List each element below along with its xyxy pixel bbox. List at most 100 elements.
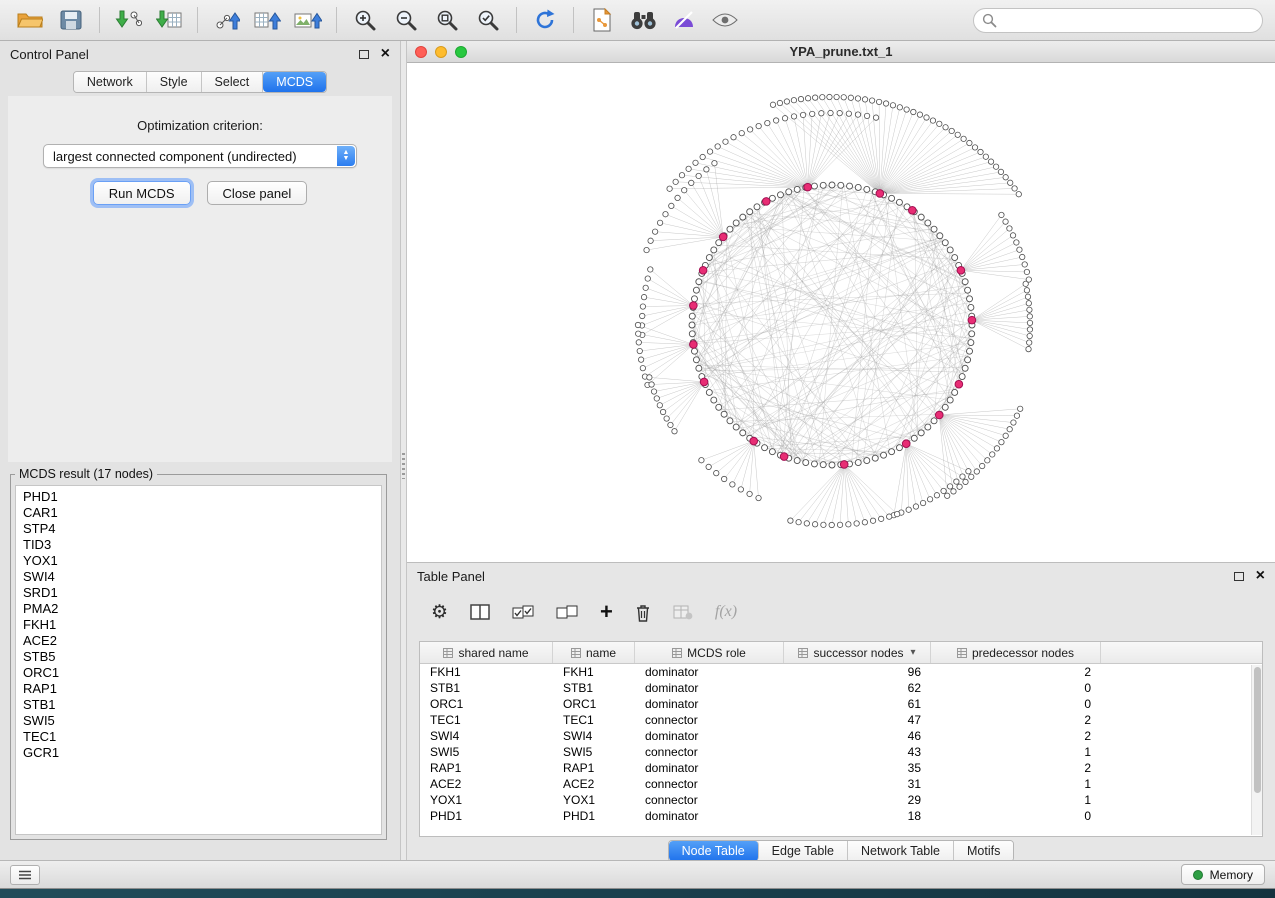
optimization-criterion-label: Optimization criterion:: [8, 96, 392, 133]
table-cell: 2: [931, 729, 1101, 743]
mcds-result-item[interactable]: STB5: [23, 649, 374, 665]
float-panel-icon[interactable]: [359, 50, 369, 59]
panel-splitter[interactable]: [400, 41, 407, 860]
table-cell: STB1: [420, 681, 553, 695]
table-settings-button[interactable]: ⚙: [431, 603, 448, 622]
show-hide-button[interactable]: [707, 5, 743, 35]
table-cell: RAP1: [553, 761, 635, 775]
table-row[interactable]: SWI4SWI4dominator462: [420, 728, 1262, 744]
search-icon: [982, 13, 997, 28]
delete-column-button[interactable]: [635, 603, 651, 622]
mcds-result-item[interactable]: PMA2: [23, 601, 374, 617]
mcds-result-item[interactable]: SWI5: [23, 713, 374, 729]
add-column-button[interactable]: +: [600, 601, 613, 623]
save-icon: [60, 10, 82, 30]
table-cell: 96: [784, 665, 931, 679]
table-row[interactable]: STB1STB1dominator620: [420, 680, 1262, 696]
mcds-result-item[interactable]: ACE2: [23, 633, 374, 649]
refresh-button[interactable]: [527, 5, 563, 35]
close-panel-button[interactable]: Close panel: [207, 181, 308, 205]
right-column: YPA_prune.txt_1 Table Panel × ⚙: [407, 41, 1275, 860]
table-cell: dominator: [635, 697, 784, 711]
list-icon: [18, 870, 32, 880]
mcds-result-item[interactable]: CAR1: [23, 505, 374, 521]
export-table-button[interactable]: [249, 5, 285, 35]
tab-edge-table[interactable]: Edge Table: [759, 841, 848, 861]
import-network-button[interactable]: [110, 5, 146, 35]
criterion-select[interactable]: largest connected component (undirected)…: [43, 144, 357, 168]
table-row[interactable]: FKH1FKH1dominator962: [420, 664, 1262, 680]
save-session-button[interactable]: [53, 5, 89, 35]
tab-network-table[interactable]: Network Table: [848, 841, 954, 861]
table-scrollbar[interactable]: [1251, 665, 1262, 835]
gear-icon: ⚙: [431, 603, 448, 622]
mcds-result-title: MCDS result (17 nodes): [15, 467, 157, 481]
mcds-result-item[interactable]: TEC1: [23, 729, 374, 745]
tab-motifs[interactable]: Motifs: [954, 841, 1013, 861]
mcds-result-item[interactable]: ORC1: [23, 665, 374, 681]
select-all-button[interactable]: [512, 605, 534, 619]
network-canvas[interactable]: [407, 63, 1275, 562]
binoculars-button[interactable]: [625, 5, 661, 35]
status-menu-button[interactable]: [10, 865, 40, 885]
import-table-icon: [156, 9, 183, 31]
memory-button[interactable]: Memory: [1181, 864, 1265, 885]
mcds-result-item[interactable]: SWI4: [23, 569, 374, 585]
tab-mcds[interactable]: MCDS: [263, 72, 326, 92]
mcds-result-item[interactable]: TID3: [23, 537, 374, 553]
zoom-out-button[interactable]: [388, 5, 424, 35]
tab-select[interactable]: Select: [202, 72, 264, 92]
close-panel-icon[interactable]: ×: [1256, 570, 1265, 582]
import-table-button[interactable]: [151, 5, 187, 35]
table-cell: connector: [635, 713, 784, 727]
tab-node-table[interactable]: Node Table: [669, 841, 759, 861]
mcds-result-item[interactable]: SRD1: [23, 585, 374, 601]
table-cell: connector: [635, 745, 784, 759]
mcds-result-item[interactable]: STP4: [23, 521, 374, 537]
sort-icon: [798, 648, 808, 658]
table-row[interactable]: RAP1RAP1dominator352: [420, 760, 1262, 776]
column-header-predecessor-nodes[interactable]: predecessor nodes: [931, 642, 1101, 663]
export-image-button[interactable]: [290, 5, 326, 35]
export-table-icon: [254, 9, 281, 31]
mcds-result-item[interactable]: PHD1: [23, 489, 374, 505]
document-share-icon: [592, 8, 612, 32]
export-network-button[interactable]: [208, 5, 244, 35]
document-share-button[interactable]: [584, 5, 620, 35]
run-mcds-button[interactable]: Run MCDS: [93, 181, 191, 205]
show-columns-button[interactable]: [470, 604, 490, 620]
table-row[interactable]: PHD1PHD1dominator180: [420, 808, 1262, 824]
zoom-in-button[interactable]: [347, 5, 383, 35]
column-header-mcds-role[interactable]: MCDS role: [635, 642, 784, 663]
zoom-selected-button[interactable]: [470, 5, 506, 35]
main-toolbar: [0, 0, 1275, 41]
float-panel-icon[interactable]: [1234, 572, 1244, 581]
table-cell: 62: [784, 681, 931, 695]
table-row[interactable]: ORC1ORC1dominator610: [420, 696, 1262, 712]
table-row[interactable]: ACE2ACE2connector311: [420, 776, 1262, 792]
tab-network[interactable]: Network: [74, 72, 147, 92]
deselect-all-icon: [556, 605, 578, 619]
close-panel-icon[interactable]: ×: [381, 48, 390, 60]
mcds-result-item[interactable]: YOX1: [23, 553, 374, 569]
column-header-successor-nodes[interactable]: successor nodes ▾: [784, 642, 931, 663]
deselect-all-button[interactable]: [556, 605, 578, 619]
column-header-shared-name[interactable]: shared name: [420, 642, 553, 663]
tab-style[interactable]: Style: [147, 72, 202, 92]
table-row[interactable]: YOX1YOX1connector291: [420, 792, 1262, 808]
mcds-result-item[interactable]: RAP1: [23, 681, 374, 697]
table-cell: RAP1: [420, 761, 553, 775]
open-file-button[interactable]: [12, 5, 48, 35]
mcds-result-item[interactable]: FKH1: [23, 617, 374, 633]
table-cell: 2: [931, 761, 1101, 775]
scrollbar-thumb[interactable]: [1254, 667, 1261, 793]
table-row[interactable]: SWI5SWI5connector431: [420, 744, 1262, 760]
search-input[interactable]: [973, 8, 1263, 33]
visual-style-button[interactable]: [666, 5, 702, 35]
mcds-result-item[interactable]: GCR1: [23, 745, 374, 761]
table-row[interactable]: TEC1TEC1connector472: [420, 712, 1262, 728]
zoom-fit-icon: [435, 8, 459, 32]
column-header-name[interactable]: name: [553, 642, 635, 663]
zoom-fit-button[interactable]: [429, 5, 465, 35]
mcds-result-item[interactable]: STB1: [23, 697, 374, 713]
